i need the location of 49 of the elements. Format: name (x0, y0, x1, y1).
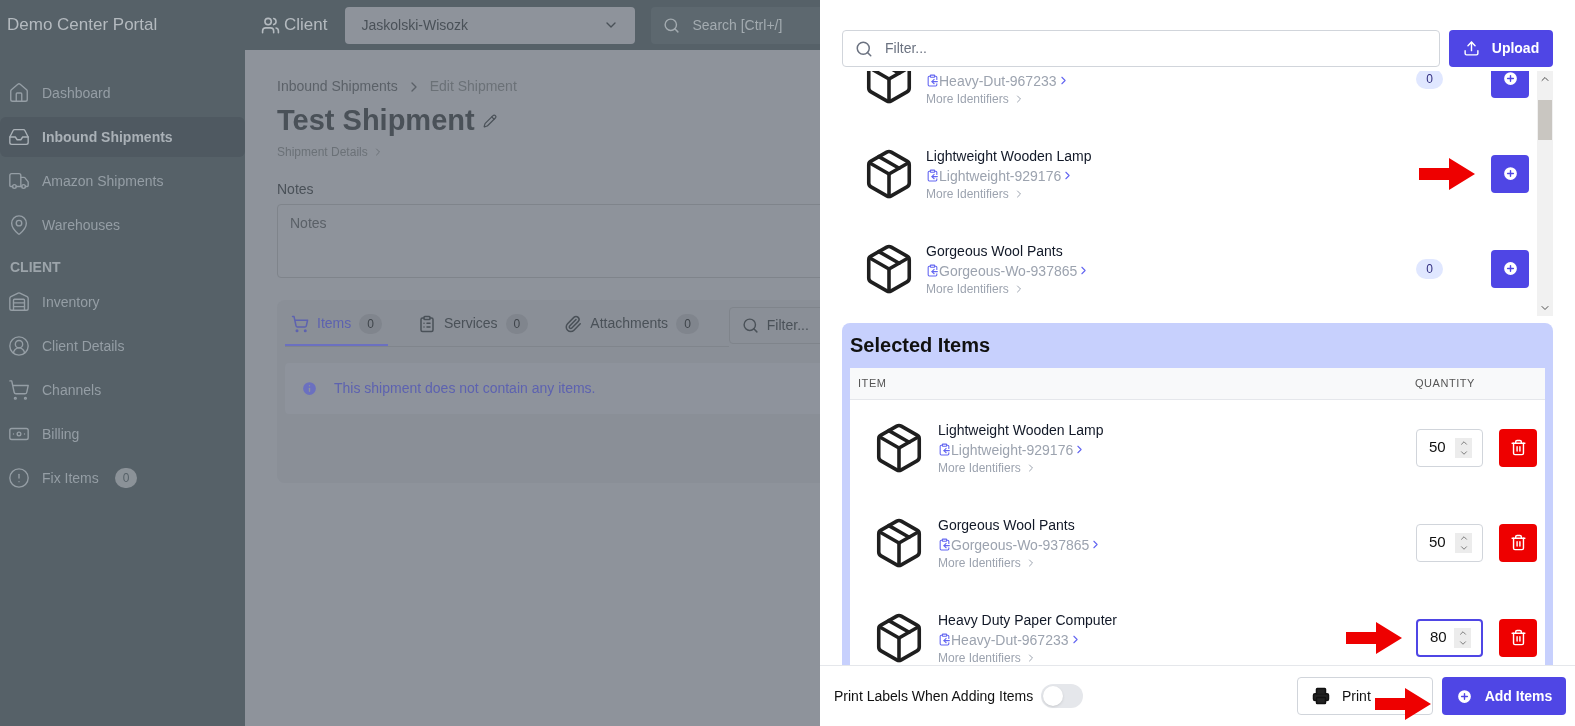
sku-link[interactable]: Heavy-Dut-967233 (926, 71, 1070, 91)
sidebar-item[interactable]: Amazon Shipments (0, 161, 245, 201)
quantity-field[interactable]: 80 (1416, 618, 1483, 657)
column-header: QUANTITY (1415, 376, 1475, 392)
count-badge: 0 (1416, 258, 1443, 279)
quantity-field[interactable]: 50 (1416, 428, 1483, 467)
tab[interactable]: Attachments 0 (558, 303, 705, 346)
sku-link[interactable]: Lightweight-929176 (938, 439, 1104, 460)
filter-field[interactable]: Filter... (842, 30, 1440, 67)
more-identifiers-link[interactable]: More Identifiers (926, 185, 1092, 202)
item-name: Gorgeous Wool Pants (938, 515, 1076, 535)
more-identifiers-link[interactable]: More Identifiers (938, 459, 1104, 476)
item-name: Gorgeous Wool Pants (926, 241, 1064, 261)
item-name: Lightweight Wooden Lamp (938, 420, 1104, 440)
column-header: ITEM (858, 376, 887, 392)
sku-link[interactable]: Lightweight-929176 (926, 165, 1092, 186)
upload-button[interactable]: Upload (1449, 30, 1553, 67)
sidebar-item[interactable]: Billing (0, 414, 245, 454)
client-select[interactable]: Jaskolski-Wisozk (345, 6, 636, 44)
quantity-field[interactable]: 50 (1416, 523, 1483, 562)
sidebar-item[interactable]: Warehouses (0, 205, 245, 245)
app-title: Demo Center Portal (6, 14, 159, 37)
sku-link[interactable]: Gorgeous-Wo-937865 (938, 534, 1103, 555)
more-identifiers-link[interactable]: More Identifiers (938, 649, 1117, 665)
sidebar-item[interactable]: Dashboard (0, 73, 245, 113)
tab[interactable]: Services 0 (411, 303, 535, 346)
sidebar-item[interactable]: Inbound Shipments (0, 117, 245, 157)
sidebar-item[interactable]: Inventory (0, 282, 245, 322)
sidebar-item[interactable]: Channels (0, 370, 245, 410)
page-title: Test Shipment (277, 103, 475, 138)
count-badge: 0 (676, 313, 699, 334)
count-badge: 0 (359, 313, 382, 334)
notes-label: Notes (277, 179, 315, 199)
section-heading: CLIENT (9, 258, 62, 277)
more-identifiers-link[interactable]: More Identifiers (926, 280, 1091, 297)
count-badge: 0 (505, 313, 529, 334)
more-identifiers-link[interactable]: More Identifiers (926, 90, 1070, 107)
sku-link[interactable]: Heavy-Dut-967233 (938, 629, 1117, 650)
sidebar-item[interactable]: Client Details (0, 326, 245, 366)
add-items-button[interactable]: Add Items (1442, 677, 1566, 715)
item-name: Lightweight Wooden Lamp (926, 146, 1092, 166)
item-name: Heavy Duty Paper Computer (938, 610, 1117, 630)
panel-title: Selected Items (850, 333, 992, 358)
sku-link[interactable]: Gorgeous-Wo-937865 (926, 260, 1091, 281)
more-identifiers-link[interactable]: More Identifiers (938, 554, 1103, 571)
count-badge: 0 (1416, 71, 1443, 89)
client-label: Client (284, 14, 328, 37)
search-field[interactable]: Search [Ctrl+/] (651, 6, 820, 44)
toggle-label: Print Labels When Adding Items (834, 686, 1034, 706)
